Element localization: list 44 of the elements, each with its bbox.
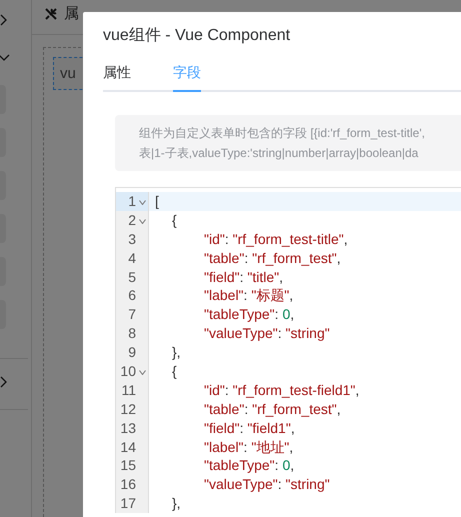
line-number: 3 [127, 230, 136, 249]
line-number: 9 [127, 343, 136, 362]
line-number: 13 [119, 418, 136, 438]
tab[interactable]: 字段 [173, 54, 201, 92]
line-number: 2 [127, 210, 136, 230]
code-text: "table": "rf_form_test", [204, 248, 341, 268]
line-number: 16 [119, 475, 136, 494]
code-text: }, [172, 343, 181, 362]
code-text: "valueType": "string" [204, 324, 330, 344]
line-number: 4 [127, 248, 136, 268]
code-text: "table": "rf_form_test", [204, 400, 341, 419]
line-number: 8 [127, 324, 136, 344]
code-text: "tableType": 0, [204, 456, 294, 476]
line-number: 6 [127, 286, 136, 306]
code-text: "valueType": "string" [204, 475, 330, 494]
code-text: { [172, 362, 177, 381]
fold-caret-icon[interactable] [138, 219, 146, 224]
line-number: 10 [119, 362, 136, 381]
line-number: 11 [120, 380, 136, 400]
code-text: "tableType": 0, [204, 305, 294, 324]
code-text: "field": "field1", [204, 418, 295, 438]
line-number: 17 [119, 494, 136, 514]
code-text: { [172, 210, 177, 230]
code-text: "label": "地址", [204, 438, 294, 456]
code-text: [ [155, 192, 159, 211]
line-number: 5 [127, 268, 136, 286]
line-number: 1 [127, 192, 136, 211]
info-text: 组件为自定义表单时包含的字段 [{id:'rf_form_test-title', [139, 125, 425, 142]
info-text: 表|1-子表,valueType:'string|number|array|boolean|da [139, 145, 418, 162]
code-text: "label": "标题", [204, 286, 294, 306]
fold-caret-icon[interactable] [138, 200, 146, 206]
tools-icon [44, 6, 58, 20]
code-text: }, [172, 494, 181, 514]
line-number: 15 [119, 456, 136, 476]
code-text: "field": "title", [204, 268, 284, 286]
tab[interactable]: 属性 [103, 54, 131, 92]
dialog-title: vue组件 - Vue Component [102, 26, 292, 46]
line-number: 7 [127, 305, 136, 324]
code-text: "id": "rf_form_test-title", [204, 230, 348, 249]
code-text: "id": "rf_form_test-field1", [204, 380, 360, 400]
fold-caret-icon[interactable] [138, 370, 146, 376]
line-number: 14 [119, 438, 136, 456]
toolbar-button[interactable]: 属 [44, 4, 79, 23]
line-number: 12 [119, 400, 136, 419]
